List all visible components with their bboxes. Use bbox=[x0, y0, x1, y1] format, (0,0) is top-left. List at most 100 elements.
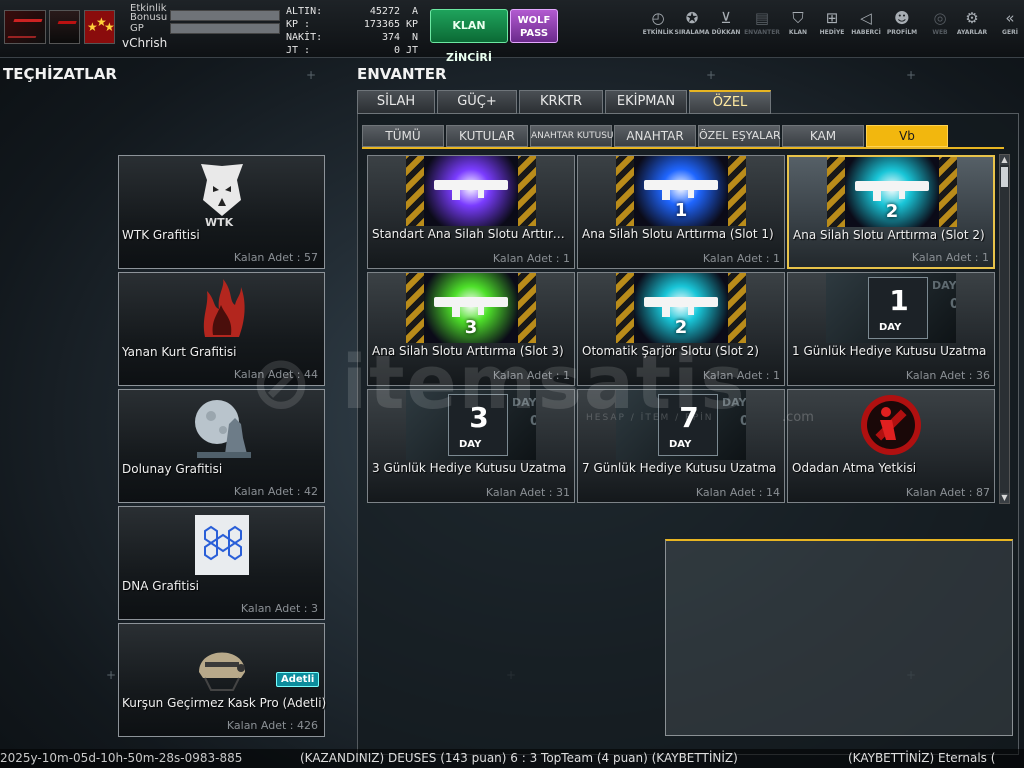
slot-number: 2 bbox=[885, 201, 899, 222]
equipment-card[interactable]: DNA Grafitisi Kalan Adet : 3 bbox=[118, 506, 325, 620]
nav-item-shield[interactable]: ⛉ KLAN bbox=[780, 8, 816, 44]
inventory-item-card[interactable]: Standart Ana Silah Slotu Arttırma (Slot … bbox=[367, 155, 575, 269]
kick-icon bbox=[861, 395, 921, 455]
scroll-down-icon[interactable]: ▼ bbox=[1000, 493, 1009, 503]
rifle-icon bbox=[855, 181, 929, 201]
weapon-slot-icon bbox=[406, 156, 536, 226]
gp-bar bbox=[170, 23, 280, 34]
wolf-pass-label-2: PASS bbox=[519, 28, 549, 39]
game-logo bbox=[4, 10, 46, 44]
nav-item-gear[interactable]: ⚙ AYARLAR bbox=[954, 8, 990, 44]
inventory-item-quantity: Kalan Adet : 36 bbox=[905, 369, 990, 382]
gift-icon: ⊞ bbox=[825, 9, 839, 27]
wolf-logo-icon: WTK bbox=[201, 164, 243, 228]
nav-item-megaphone[interactable]: ◁ HABERCİ bbox=[848, 8, 884, 44]
nav-label: WEB bbox=[932, 29, 948, 36]
wolf-pass-button[interactable]: WOLF PASS bbox=[510, 9, 558, 43]
burning-wolf-icon bbox=[203, 279, 245, 337]
helmet-icon bbox=[199, 652, 245, 691]
clan-chain-button[interactable]: KLAN ZİNCİRİ bbox=[430, 9, 508, 64]
subtab-kam[interactable]: KAM bbox=[782, 125, 864, 147]
currency-unit: A bbox=[411, 6, 418, 17]
nav-item-gift[interactable]: ⊞ HEDİYE bbox=[814, 8, 850, 44]
inventory-item-card[interactable]: DAY 05 1 DAY 1 Günlük Hediye Kutusu Uzatma Ka… bbox=[787, 272, 995, 386]
full-moon-icon bbox=[195, 400, 251, 458]
scroll-up-icon[interactable]: ▲ bbox=[1000, 155, 1009, 165]
tab-ozel[interactable]: ÖZEL bbox=[689, 90, 771, 114]
event-bonus-bar bbox=[170, 10, 280, 21]
currency-unit: KP bbox=[405, 19, 418, 30]
kick-permission-icon bbox=[826, 390, 956, 460]
currency-unit: N bbox=[411, 32, 418, 43]
tab-guc[interactable]: GÜÇ+ bbox=[437, 90, 517, 114]
nav-item-globe[interactable]: ◎ WEB bbox=[922, 8, 958, 44]
equipment-quantity: Kalan Adet : 42 bbox=[233, 485, 318, 498]
currency-row-gold: ALTIN: 45272 A bbox=[286, 6, 422, 19]
nav-item-cart[interactable]: ⊻ DÜKKAN bbox=[708, 8, 744, 44]
nav-label: AYARLAR bbox=[956, 29, 988, 36]
equipment-name: WTK Grafitisi bbox=[122, 228, 200, 242]
gp-label: GP bbox=[130, 23, 144, 34]
subtab-tumu[interactable]: TÜMÜ bbox=[362, 125, 444, 147]
inventory-item-quantity: Kalan Adet : 87 bbox=[905, 486, 990, 499]
currency-value: 0 bbox=[393, 45, 400, 56]
tab-krktr[interactable]: KRKTR bbox=[519, 90, 603, 114]
scroll-thumb[interactable] bbox=[1001, 167, 1008, 187]
slot-number: 1 bbox=[674, 200, 688, 221]
hazard-stripe bbox=[406, 156, 424, 226]
nav-item-medal[interactable]: ✪ SIRALAMA bbox=[674, 8, 710, 44]
medal-icon: ✪ bbox=[685, 9, 699, 27]
currency-value: 45272 bbox=[369, 6, 400, 17]
nav-label: HEDİYE bbox=[819, 29, 845, 36]
nav-label: SIRALAMA bbox=[674, 29, 710, 36]
event-bonus-label-2: Bonusu bbox=[130, 12, 168, 23]
currency-value: 173365 bbox=[363, 19, 400, 30]
nav-label: ENVANTER bbox=[744, 29, 780, 36]
currency-value: 374 bbox=[381, 32, 400, 43]
stopwatch-icon: ◴ bbox=[651, 9, 665, 27]
star-icon: ★ bbox=[104, 20, 115, 34]
nav-label: KLAN bbox=[788, 29, 808, 36]
megaphone-icon: ◁ bbox=[860, 9, 872, 27]
top-bar: ★ ★ ★ Etkinlik Bonusu GP vChrish ALTIN: … bbox=[0, 0, 1024, 64]
slot-number: 2 bbox=[674, 317, 688, 338]
subtab-anahtar[interactable]: ANAHTAR bbox=[614, 125, 696, 147]
inventory-item-card[interactable]: 2 Ana Silah Slotu Arttırma (Slot 2) Kalan … bbox=[787, 155, 995, 269]
currency-row-jt: JT : 0 JT bbox=[286, 45, 422, 58]
news-ticker: 2025y-10m-05d-10h-50m-28s-0983-885 (KAZA… bbox=[0, 749, 1024, 768]
subtab-anahtar-kutusu[interactable]: ANAHTAR KUTUSU bbox=[530, 125, 614, 147]
subtab-vb[interactable]: Vb bbox=[866, 125, 948, 147]
inventory-item-name: Ana Silah Slotu Arttırma (Slot 2) bbox=[793, 228, 985, 242]
ticker-timestamp: 2025y-10m-05d-10h-50m-28s-0983-885 bbox=[0, 751, 243, 765]
inventory-item-quantity: Kalan Adet : 1 bbox=[492, 252, 570, 265]
equipment-card[interactable]: WTK WTK Grafitisi Kalan Adet : 57 bbox=[118, 155, 325, 269]
weapon-slot-icon: 1 bbox=[616, 156, 746, 226]
nav-item-box[interactable]: ▤ ENVANTER bbox=[744, 8, 780, 44]
inventory-scrollbar[interactable]: ▲ ▼ bbox=[999, 154, 1010, 504]
nav-item-back[interactable]: « GERİ bbox=[992, 8, 1024, 44]
shield-icon: ⛉ bbox=[792, 9, 804, 27]
day-label: DAY bbox=[669, 439, 692, 450]
nav-item-profile[interactable]: ☻ PROFİLM bbox=[884, 8, 920, 44]
subtab-kutular[interactable]: KUTULAR bbox=[446, 125, 528, 147]
equipment-name: Yanan Kurt Grafitisi bbox=[122, 345, 237, 359]
rifle-icon bbox=[644, 180, 718, 200]
tab-silah[interactable]: SİLAH bbox=[357, 90, 435, 114]
equipment-card[interactable]: Adetli Kurşun Geçirmez Kask Pro (Adetli)… bbox=[118, 623, 326, 737]
slot-number: 3 bbox=[464, 317, 478, 338]
inventory-item-card[interactable]: Odadan Atma Yetkisi Kalan Adet : 87 bbox=[787, 389, 995, 503]
ticker-text: (KAZANDINIZ) DEUSES (143 puan) 6 : 3 Top… bbox=[300, 751, 738, 765]
day-label: DAY bbox=[879, 322, 902, 333]
subtab-ozel-esyalar[interactable]: ÖZEL EŞYALAR bbox=[698, 125, 781, 147]
nav-label: PROFİLM bbox=[886, 29, 918, 36]
inventory-tabs: SİLAH GÜÇ+ KRKTR EKİPMAN ÖZEL bbox=[357, 90, 777, 114]
tab-ekipman[interactable]: EKİPMAN bbox=[605, 90, 687, 114]
nav-item-stopwatch[interactable]: ◴ ETKİNLİK bbox=[640, 8, 676, 44]
inventory-item-card[interactable]: 1 Ana Silah Slotu Arttırma (Slot 1) Kalan … bbox=[577, 155, 785, 269]
player-stats: Etkinlik Bonusu GP vChrish bbox=[122, 3, 284, 55]
svg-text:WTK: WTK bbox=[205, 216, 234, 228]
currency-row-kp: KP : 173365 KP bbox=[286, 19, 422, 32]
day-label: DAY bbox=[459, 439, 482, 450]
hazard-stripe bbox=[518, 156, 536, 226]
day-box-icon: DAY 05 1 DAY bbox=[826, 273, 956, 343]
